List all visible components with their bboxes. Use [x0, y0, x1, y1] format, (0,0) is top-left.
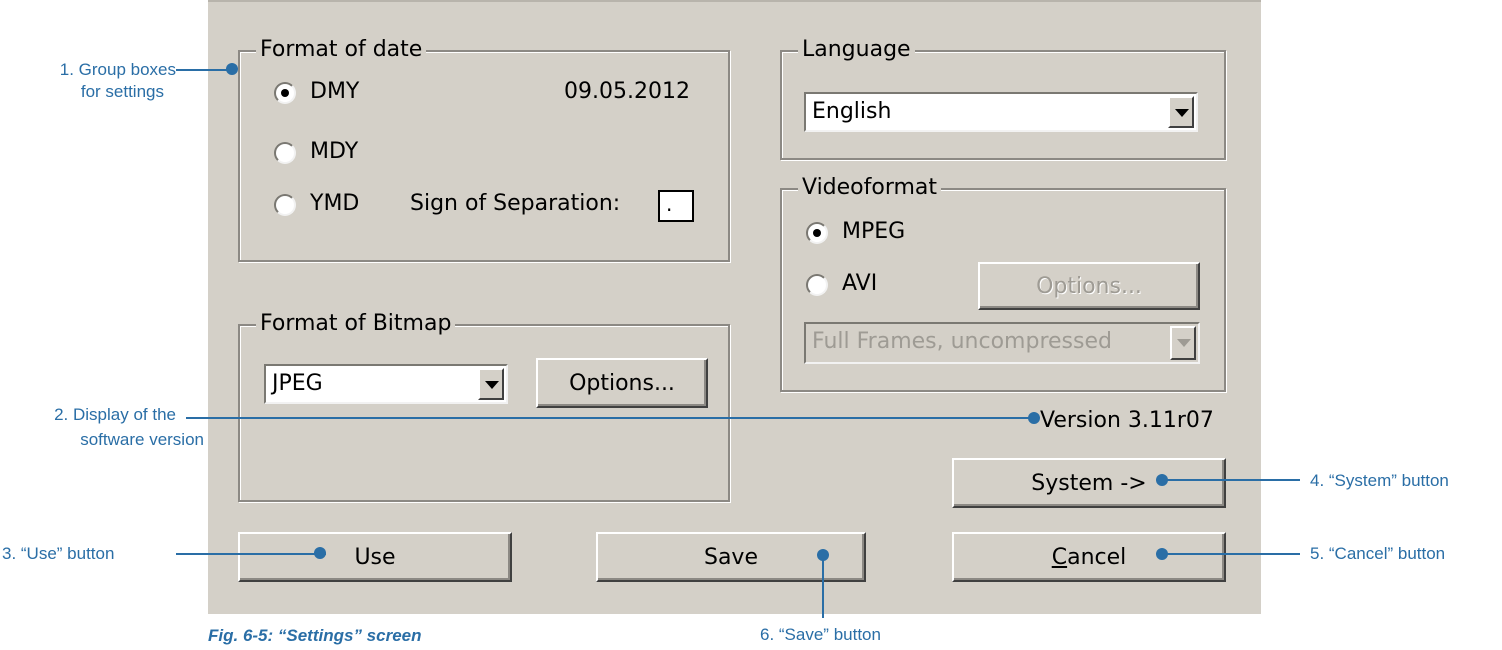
use-button[interactable]: Use	[238, 532, 512, 582]
annotation-dot	[1028, 412, 1040, 424]
video-codec-value: Full Frames, uncompressed	[812, 329, 1112, 354]
bitmap-format-group: Format of Bitmap JPEG Options...	[238, 310, 730, 502]
label-mpeg: MPEG	[842, 219, 906, 244]
annotation-dot	[817, 549, 829, 561]
annotation-line	[186, 417, 1036, 419]
bitmap-format-value: JPEG	[272, 371, 323, 396]
radio-ymd[interactable]	[274, 194, 296, 216]
radio-dmy[interactable]	[274, 82, 296, 104]
annotation-version-sub: software version	[80, 430, 204, 449]
annotation-dot	[1156, 474, 1168, 486]
annotation-version: 2. Display of the	[54, 405, 176, 424]
annotation-line	[1162, 479, 1300, 481]
annotation-group-boxes: 1. Group boxes	[59, 60, 176, 79]
annotation-line	[1162, 553, 1300, 555]
chevron-down-icon[interactable]	[478, 368, 504, 400]
annotation-system: 4. “System” button	[1310, 471, 1449, 490]
language-select[interactable]: English	[804, 92, 1198, 132]
language-select-value: English	[812, 99, 892, 124]
annotation-cancel: 5. “Cancel” button	[1310, 544, 1446, 563]
annotation-dot	[1156, 548, 1168, 560]
separator-label: Sign of Separation:	[410, 191, 621, 216]
video-codec-select[interactable]: Full Frames, uncompressed	[804, 322, 1200, 364]
figure-caption: Fig. 6-5: “Settings” screen	[208, 626, 422, 645]
cancel-button[interactable]: Cancel	[952, 532, 1226, 582]
label-mdy: MDY	[310, 139, 359, 164]
chevron-down-icon[interactable]	[1170, 326, 1196, 360]
bitmap-format-group-title: Format of Bitmap	[256, 310, 456, 338]
annotation-use: 3. “Use” button	[2, 544, 115, 563]
chevron-down-icon[interactable]	[1168, 96, 1194, 128]
annotation-line	[822, 558, 824, 618]
label-dmy: DMY	[310, 79, 360, 104]
date-format-group: Format of date DMY 09.05.2012 MDY YMD Si…	[238, 36, 730, 262]
radio-mpeg[interactable]	[806, 222, 828, 244]
language-group: Language English	[780, 36, 1226, 160]
bitmap-format-select[interactable]: JPEG	[264, 364, 508, 404]
separator-input[interactable]: .	[658, 190, 694, 222]
date-preview: 09.05.2012	[564, 79, 690, 104]
annotation-group-boxes-sub: for settings	[80, 82, 164, 101]
annotation-dot	[226, 63, 238, 75]
video-options-button[interactable]: Options...	[978, 262, 1200, 310]
bitmap-options-button[interactable]: Options...	[536, 358, 708, 408]
videoformat-group-title: Videoformat	[798, 174, 942, 202]
label-avi: AVI	[842, 271, 878, 296]
radio-mdy[interactable]	[274, 142, 296, 164]
annotation-line	[176, 69, 232, 71]
annotation-line	[176, 553, 326, 555]
label-ymd: YMD	[310, 191, 360, 216]
videoformat-group: Videoformat MPEG AVI Options... Full Fra…	[780, 174, 1226, 392]
system-button[interactable]: System ->	[952, 458, 1226, 508]
annotation-save: 6. “Save” button	[760, 625, 881, 644]
date-format-group-title: Format of date	[256, 36, 427, 64]
language-group-title: Language	[798, 36, 915, 64]
annotation-dot	[314, 547, 326, 559]
radio-avi[interactable]	[806, 274, 828, 296]
settings-dialog: Format of date DMY 09.05.2012 MDY YMD Si…	[208, 0, 1261, 614]
cancel-button-label: Cancel	[1051, 544, 1127, 570]
version-text: Version 3.11r07	[1040, 408, 1214, 433]
